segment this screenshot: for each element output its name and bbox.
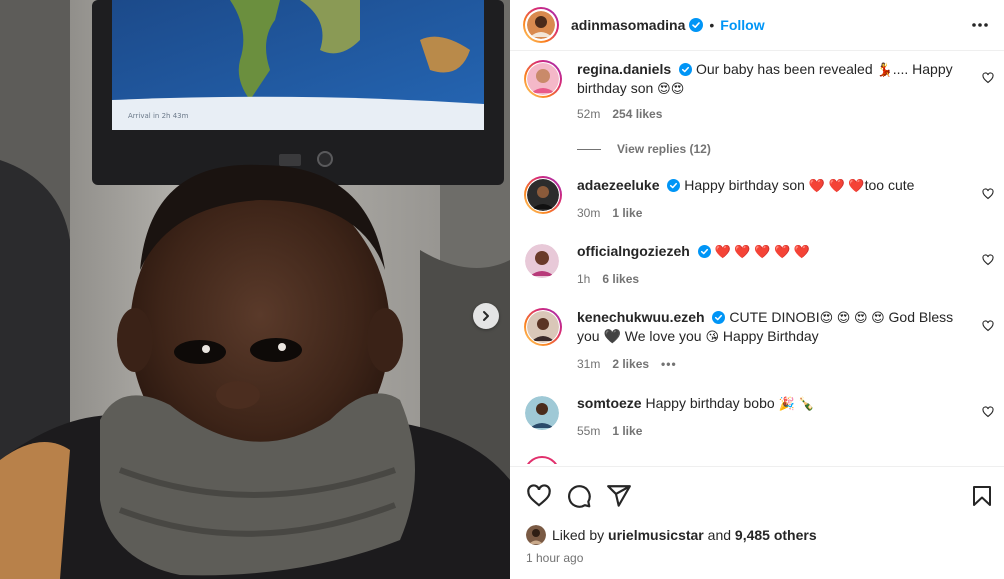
comment-username[interactable]: kenechukwuu.ezeh: [577, 309, 705, 325]
comment-body: somtoeze Happy birthday bobo 🎉 🍾: [577, 394, 965, 413]
comment-meta: 31m 2 likes •••: [577, 357, 677, 371]
comment-body: regina.daniels Our baby has been reveale…: [577, 60, 965, 98]
comment-item: adaezeeluke Happy birthday son ❤️ ❤️ ❤️t…: [524, 176, 994, 226]
commenter-avatar[interactable]: [525, 244, 559, 278]
avatar: [527, 179, 559, 211]
liked-by-row[interactable]: Liked by urielmusicstar and 9,485 others: [526, 525, 817, 545]
party-popper-emoji-icon: 🎉 🍾: [778, 396, 815, 411]
verified-badge-icon: [689, 18, 704, 32]
heart-icon[interactable]: [526, 483, 552, 509]
comment-meta: 52m 254 likes: [577, 107, 662, 121]
verified-badge-icon: [697, 245, 711, 258]
verified-badge-icon: [667, 179, 681, 192]
heart-eyes-emoji-icon: 😍 😍 😍 😍: [819, 310, 885, 325]
post-timestamp[interactable]: 1 hour ago: [526, 551, 583, 565]
baby-photo-illustration: Arrival in 2h 43m: [0, 0, 510, 579]
red-heart-emoji-icon: ❤️ ❤️ ❤️: [808, 178, 865, 193]
comment-username[interactable]: regina.daniels: [577, 61, 671, 77]
comment-text: Happy Birthday: [722, 328, 819, 344]
avatar: [527, 311, 559, 343]
comment-text: CUTE DINOBI: [729, 309, 820, 325]
heart-eyes-emoji-icon: 😍😍: [657, 81, 685, 96]
comment-time[interactable]: 1h: [577, 272, 590, 286]
verified-badge-icon: [679, 63, 693, 76]
comment-username[interactable]: officialngoziezeh: [577, 243, 690, 259]
heart-icon[interactable]: [982, 320, 994, 332]
liked-by-others[interactable]: 9,485 others: [735, 527, 817, 543]
comment-meta: 55m 1 like: [577, 424, 642, 438]
avatar: [527, 11, 555, 39]
heart-icon[interactable]: [982, 406, 994, 418]
comment-likes[interactable]: 254 likes: [612, 107, 662, 121]
comment-text: Our baby has been revealed: [695, 61, 873, 77]
kiss-emoji-icon: 😘: [705, 329, 720, 344]
screen-text: Arrival in 2h 43m: [128, 112, 189, 120]
view-replies-label: View replies (12): [617, 142, 711, 156]
commenter-avatar-ring[interactable]: [524, 456, 560, 464]
comment-username[interactable]: adaezeeluke: [577, 177, 660, 193]
comment-likes[interactable]: 1 like: [612, 206, 642, 220]
separator: •: [709, 17, 715, 33]
verified-badge-icon: [712, 311, 726, 324]
chevron-right-icon: [483, 311, 489, 321]
post-photo[interactable]: Arrival in 2h 43m: [0, 0, 510, 579]
comment-likes[interactable]: 2 likes: [612, 357, 649, 371]
avatar: [525, 244, 559, 278]
liked-by-username[interactable]: urielmusicstar: [608, 527, 704, 543]
comment-item: kenechukwuu.ezeh CUTE DINOBI😍 😍 😍 😍 God …: [524, 308, 994, 378]
comment-meta: 30m 1 like: [577, 206, 642, 220]
comment-time[interactable]: 55m: [577, 424, 600, 438]
comment-item: somtoeze Happy birthday bobo 🎉 🍾 55m 1 l…: [524, 394, 994, 444]
bookmark-icon[interactable]: [970, 483, 994, 509]
comment-text: We love you: [624, 328, 702, 344]
dancer-emoji-icon: 💃: [876, 62, 893, 77]
comments-list[interactable]: regina.daniels Our baby has been reveale…: [510, 52, 1004, 464]
post-header: adinmasomadina • Follow: [510, 0, 1004, 51]
comment-meta: 1h 6 likes: [577, 272, 639, 286]
commenter-avatar[interactable]: [525, 396, 559, 430]
comment-likes[interactable]: 6 likes: [602, 272, 639, 286]
comment-item: officialngoziezeh ❤️ ❤️ ❤️ ❤️ ❤️ 1h 6 li…: [524, 242, 994, 292]
commenter-avatar-ring[interactable]: [524, 176, 562, 214]
comment-time[interactable]: 31m: [577, 357, 600, 371]
comment-body: adaezeeluke Happy birthday son ❤️ ❤️ ❤️t…: [577, 176, 965, 195]
comment-icon[interactable]: [566, 483, 592, 509]
comment-body: kenechukwuu.ezeh CUTE DINOBI😍 😍 😍 😍 God …: [577, 308, 965, 346]
red-heart-emoji-icon: ❤️ ❤️ ❤️ ❤️ ❤️: [714, 244, 810, 259]
comment-item: regina.daniels Our baby has been reveale…: [524, 60, 994, 140]
view-replies-button[interactable]: View replies (12): [577, 142, 711, 156]
author-username[interactable]: adinmasomadina: [571, 17, 685, 33]
comment-time[interactable]: 30m: [577, 206, 600, 220]
share-icon[interactable]: [606, 483, 632, 509]
next-photo-button[interactable]: [473, 303, 499, 329]
comment-more-button[interactable]: •••: [661, 357, 677, 371]
avatar: [526, 525, 546, 545]
liked-by-and: and: [707, 527, 732, 543]
post-panel: adinmasomadina • Follow regina.daniels O…: [510, 0, 1004, 579]
commenter-avatar-ring[interactable]: [524, 60, 562, 98]
commenter-avatar-ring[interactable]: [524, 308, 562, 346]
heart-icon[interactable]: [982, 188, 994, 200]
avatar: [525, 396, 559, 430]
heart-icon[interactable]: [982, 254, 994, 266]
divider: [577, 148, 601, 150]
author-avatar-ring[interactable]: [523, 7, 559, 43]
comment-time[interactable]: 52m: [577, 107, 600, 121]
comment-username[interactable]: somtoeze: [577, 395, 642, 411]
comment-likes[interactable]: 1 like: [612, 424, 642, 438]
comment-body: officialngoziezeh ❤️ ❤️ ❤️ ❤️ ❤️: [577, 242, 965, 261]
heart-icon[interactable]: [982, 72, 994, 84]
comment-text: Happy birthday son: [684, 177, 805, 193]
black-heart-emoji-icon: 🖤: [603, 328, 621, 344]
more-horizontal-icon[interactable]: [970, 15, 990, 35]
comment-text: Happy birthday bobo: [645, 395, 775, 411]
liked-by-prefix: Liked by: [552, 527, 605, 543]
follow-button[interactable]: Follow: [720, 17, 764, 33]
avatar: [527, 63, 559, 95]
post-actions: Liked by urielmusicstar and 9,485 others…: [510, 466, 1004, 579]
comment-text: too cute: [864, 177, 915, 193]
